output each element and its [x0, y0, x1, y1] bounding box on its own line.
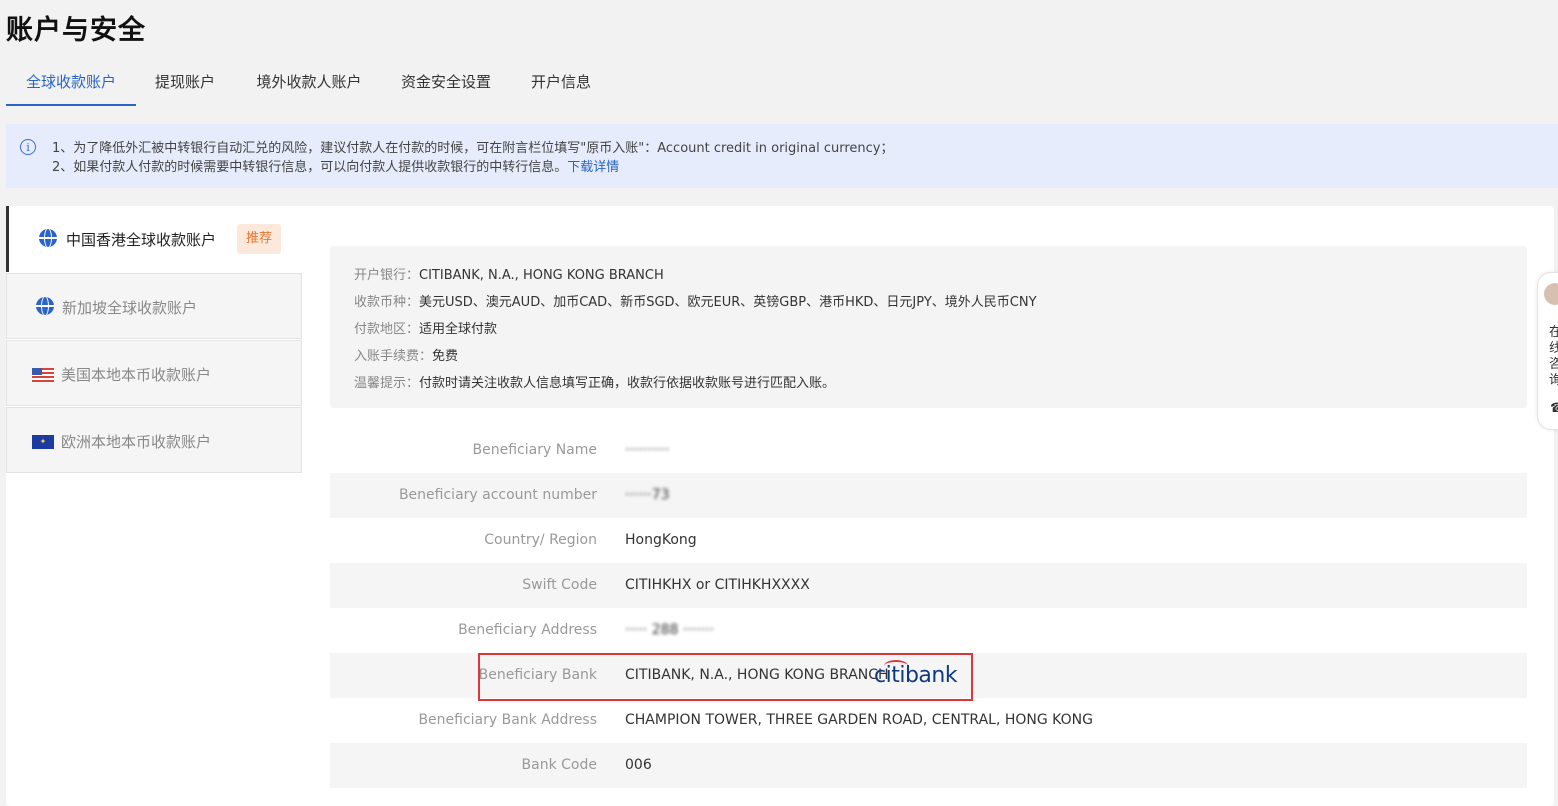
summary-currency-value: 美元USD、澳元AUD、加币CAD、新币SGD、欧元EUR、英镑GBP、港币HK…: [419, 295, 1037, 310]
detail-value: 006: [625, 757, 652, 773]
detail-value: CHAMPION TOWER, THREE GARDEN ROAD, CENTR…: [625, 712, 1093, 728]
globe-icon: [39, 229, 57, 247]
detail-label: Beneficiary Bank Address: [418, 712, 597, 728]
sidebar-item-sg-global[interactable]: 新加坡全球收款账户: [6, 273, 302, 339]
account-summary: 开户银行：CITIBANK, N.A., HONG KONG BRANCH 收款…: [330, 246, 1527, 408]
chat-widget-label: 在线咨询: [1549, 325, 1558, 388]
summary-bank-key: 开户银行：: [354, 268, 420, 283]
page-title: 账户与安全: [6, 15, 146, 46]
detail-row-swift: Swift Code CITIHKHX or CITIHKHXXXX: [330, 563, 1527, 608]
summary-bank-value: CITIBANK, N.A., HONG KONG BRANCH: [419, 268, 664, 283]
tab-global-accounts[interactable]: 全球收款账户: [6, 62, 136, 106]
summary-fee-key: 入账手续费：: [354, 349, 433, 364]
tab-overseas-payee[interactable]: 境外收款人账户: [250, 62, 368, 104]
summary-region: 付款地区：适用全球付款: [354, 318, 497, 337]
detail-label: Beneficiary Address: [458, 622, 597, 638]
summary-region-key: 付款地区：: [354, 322, 420, 337]
detail-value: CITIHKHX or CITIHKHXXXX: [625, 577, 810, 593]
agent-avatar: [1544, 283, 1558, 305]
notice-line-2-text: 2、如果付款人付款的时候需要中转银行信息，可以向付款人提供收款银行的中转行信息。: [52, 160, 568, 175]
sidebar-item-label: 新加坡全球收款账户: [62, 299, 198, 317]
notice-line-2: 2、如果付款人付款的时候需要中转银行信息，可以向付款人提供收款银行的中转行信息。…: [52, 156, 619, 175]
summary-tip: 温馨提示：付款时请关注收款人信息填写正确，收款行依据收款账号进行匹配入账。: [354, 372, 835, 391]
globe-icon: [36, 297, 54, 315]
detail-value: HongKong: [625, 532, 697, 548]
sidebar-item-hk-global[interactable]: 中国香港全球收款账户 推荐: [6, 206, 302, 272]
tab-withdraw-accounts[interactable]: 提现账户: [148, 62, 222, 104]
detail-label: Beneficiary account number: [398, 487, 597, 503]
detail-row-bank-code: Bank Code 006: [330, 743, 1527, 788]
tab-bar: 全球收款账户 提现账户 境外收款人账户 资金安全设置 开户信息: [6, 62, 1546, 106]
sidebar-item-us-local[interactable]: 美国本地本币收款账户: [6, 340, 302, 406]
detail-label: Beneficiary Bank: [478, 667, 597, 683]
summary-currency: 收款币种：美元USD、澳元AUD、加币CAD、新币SGD、欧元EUR、英镑GBP…: [354, 291, 1037, 310]
tab-fund-security[interactable]: 资金安全设置: [396, 62, 496, 104]
citibank-logo: citibank: [874, 663, 958, 688]
detail-label: Beneficiary Name: [472, 442, 597, 458]
online-chat-widget[interactable]: 在线咨询 ☎: [1537, 272, 1558, 430]
detail-row-country: Country/ Region HongKong: [330, 518, 1527, 563]
eu-flag-icon: ✦: [32, 435, 54, 449]
detail-label: Swift Code: [522, 577, 597, 593]
detail-value: ··········: [625, 442, 670, 458]
notice-banner: i 1、为了降低外汇被中转银行自动汇兑的风险，建议付款人在付款的时候，可在附言栏…: [6, 124, 1558, 188]
download-details-link[interactable]: 下载详情: [567, 160, 619, 175]
summary-bank: 开户银行：CITIBANK, N.A., HONG KONG BRANCH: [354, 264, 664, 283]
sidebar-item-label: 中国香港全球收款账户: [66, 231, 217, 249]
detail-value: ····· 288 ·······: [625, 622, 715, 638]
summary-currency-key: 收款币种：: [354, 295, 420, 310]
detail-label: Bank Code: [521, 757, 597, 773]
summary-tip-key: 温馨提示：: [354, 376, 420, 391]
sidebar-item-label: 美国本地本币收款账户: [61, 366, 212, 384]
recommend-badge: 推荐: [237, 224, 282, 254]
info-icon: i: [20, 139, 36, 155]
notice-line-1: 1、为了降低外汇被中转银行自动汇兑的风险，建议付款人在付款的时候，可在附言栏位填…: [52, 141, 894, 156]
us-flag-icon: [32, 368, 54, 382]
detail-label: Country/ Region: [484, 532, 597, 548]
detail-value: ······73: [625, 487, 670, 503]
tab-account-info[interactable]: 开户信息: [526, 62, 596, 104]
detail-row-account-number: Beneficiary account number ······73: [330, 473, 1527, 518]
sidebar-item-eu-local[interactable]: ✦ 欧洲本地本币收款账户: [6, 407, 302, 473]
detail-row-bank-address: Beneficiary Bank Address CHAMPION TOWER,…: [330, 698, 1527, 743]
detail-row-beneficiary-name: Beneficiary Name ··········: [330, 428, 1527, 473]
sidebar-item-label: 欧洲本地本币收款账户: [61, 433, 212, 451]
summary-fee-value: 免费: [432, 349, 459, 364]
summary-fee: 入账手续费：免费: [354, 345, 458, 364]
summary-tip-value: 付款时请关注收款人信息填写正确，收款行依据收款账号进行匹配入账。: [419, 376, 836, 391]
summary-region-value: 适用全球付款: [419, 322, 498, 337]
detail-value: CITIBANK, N.A., HONG KONG BRANCH: [625, 667, 889, 683]
phone-icon: ☎: [1550, 401, 1558, 416]
detail-row-address: Beneficiary Address ····· 288 ·······: [330, 608, 1527, 653]
